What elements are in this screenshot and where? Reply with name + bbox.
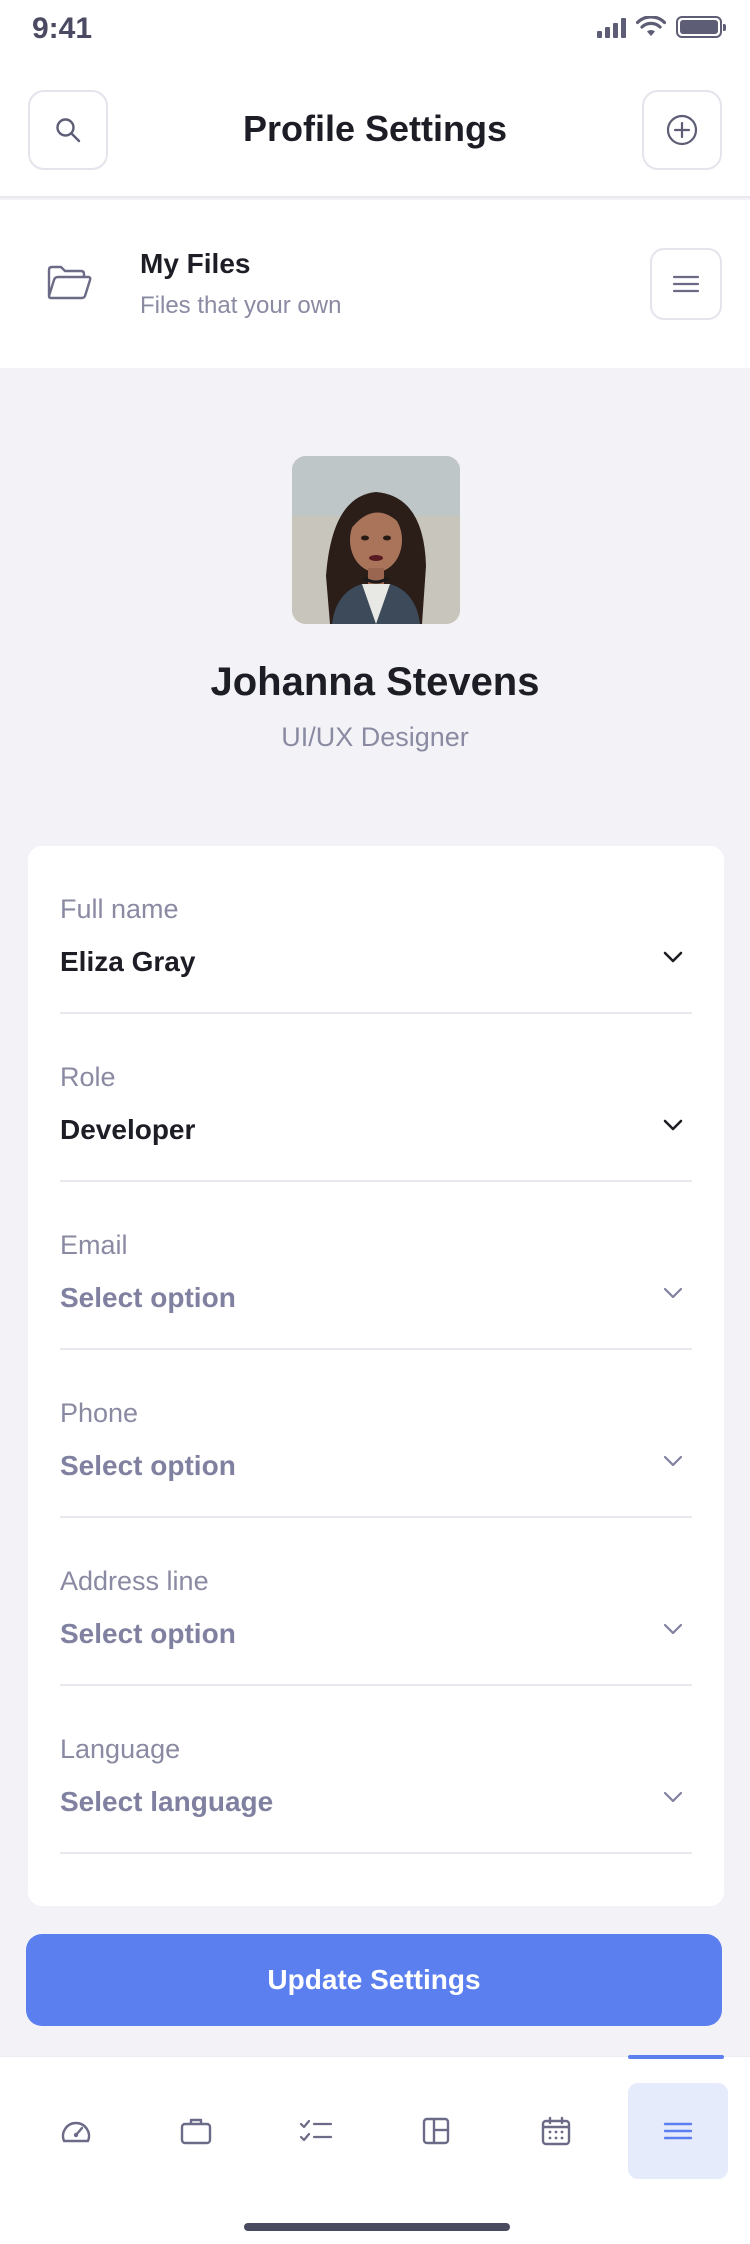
battery-icon xyxy=(676,16,726,38)
avatar[interactable] xyxy=(292,456,460,624)
add-button[interactable] xyxy=(642,90,722,170)
home-indicator xyxy=(244,2223,510,2231)
nav-menu[interactable] xyxy=(628,2083,728,2179)
chevron-down-icon xyxy=(663,1455,683,1467)
update-settings-button[interactable]: Update Settings xyxy=(26,1934,722,2026)
chevron-down-icon xyxy=(663,1623,683,1635)
menu-icon xyxy=(672,275,700,293)
plus-circle-icon xyxy=(666,114,698,146)
chevron-down-icon xyxy=(663,1119,683,1131)
files-subtitle: Files that your own xyxy=(140,292,342,319)
nav-briefcase[interactable] xyxy=(146,2083,246,2179)
profile-form: Full name Eliza Gray Role Developer Emai… xyxy=(28,846,724,1906)
chevron-down-icon xyxy=(663,1287,683,1299)
role-field[interactable]: Role Developer xyxy=(60,1014,692,1182)
nav-tasks[interactable] xyxy=(266,2083,366,2179)
menu-icon xyxy=(663,2122,693,2140)
avatar-photo xyxy=(292,456,460,624)
full-name-field[interactable]: Full name Eliza Gray xyxy=(60,846,692,1014)
chevron-down-icon xyxy=(663,1791,683,1803)
files-title: My Files xyxy=(140,248,251,279)
status-time: 9:41 xyxy=(32,12,93,45)
header: Profile Settings xyxy=(0,60,750,198)
field-label: Role xyxy=(60,1062,116,1092)
nav-dashboard[interactable] xyxy=(26,2083,126,2179)
field-label: Full name xyxy=(60,894,179,924)
language-field[interactable]: Language Select language xyxy=(60,1686,692,1854)
page-title: Profile Settings xyxy=(242,108,508,149)
files-menu-button[interactable] xyxy=(650,248,722,320)
folder-open-icon xyxy=(47,265,92,300)
wifi-icon xyxy=(636,16,666,36)
layout-icon xyxy=(422,2117,450,2145)
field-label: Language xyxy=(60,1734,181,1764)
field-value: Select option xyxy=(60,1618,236,1649)
field-label: Phone xyxy=(60,1398,139,1428)
field-label: Email xyxy=(60,1230,128,1260)
bottom-nav xyxy=(0,2055,750,2244)
field-value: Select option xyxy=(60,1450,236,1481)
nav-calendar[interactable] xyxy=(506,2083,606,2179)
status-bar: 9:41 xyxy=(0,0,750,60)
nav-active-indicator xyxy=(628,2055,724,2059)
dashboard-icon xyxy=(61,2121,91,2143)
email-field[interactable]: Email Select option xyxy=(60,1182,692,1350)
profile-name: Johanna Stevens xyxy=(210,660,540,704)
chevron-down-icon xyxy=(663,951,683,963)
field-label: Address line xyxy=(60,1566,209,1596)
address-line-field[interactable]: Address line Select option xyxy=(60,1518,692,1686)
briefcase-icon xyxy=(180,2118,212,2145)
status-icons xyxy=(597,16,726,38)
field-value: Select language xyxy=(60,1786,274,1817)
phone-field[interactable]: Phone Select option xyxy=(60,1350,692,1518)
field-value: Developer xyxy=(60,1114,196,1145)
checklist-icon xyxy=(299,2119,333,2142)
profile-role: UI/UX Designer xyxy=(281,722,469,752)
signal-icon xyxy=(597,16,626,38)
field-value: Eliza Gray xyxy=(60,946,196,977)
nav-layout[interactable] xyxy=(386,2083,486,2179)
field-value: Select option xyxy=(60,1282,236,1313)
calendar-icon xyxy=(541,2116,571,2146)
my-files-row[interactable]: My Files Files that your own xyxy=(0,200,750,368)
